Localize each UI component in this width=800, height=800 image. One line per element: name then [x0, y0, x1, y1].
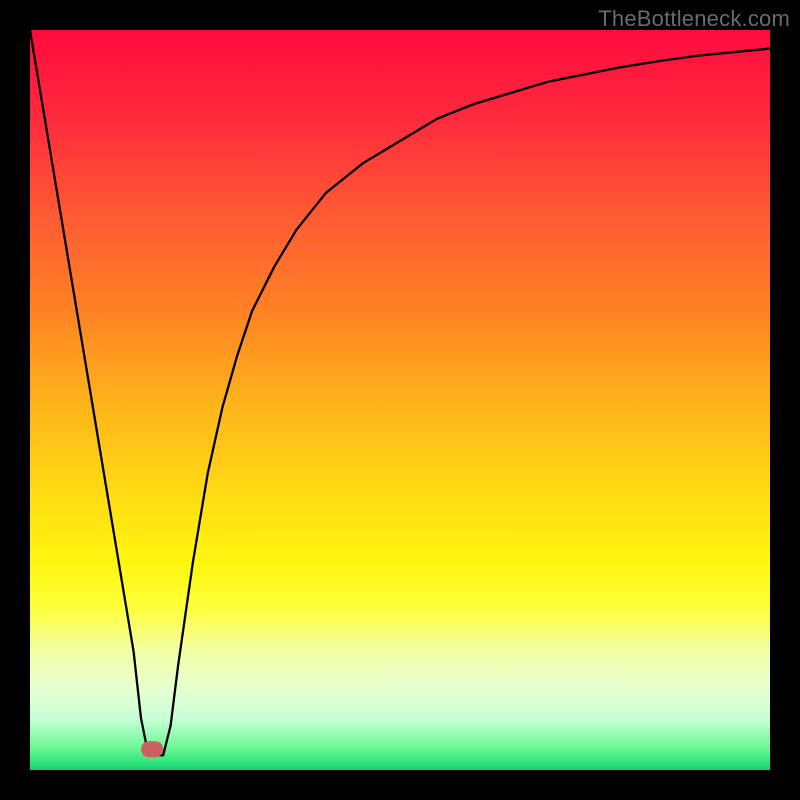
bottleneck-chart-svg	[30, 30, 770, 770]
optimal-range-marker	[141, 741, 163, 757]
watermark-text: TheBottleneck.com	[598, 6, 790, 32]
chart-frame: TheBottleneck.com	[0, 0, 800, 800]
bottleneck-curve	[30, 30, 770, 755]
plot-area	[30, 30, 770, 770]
